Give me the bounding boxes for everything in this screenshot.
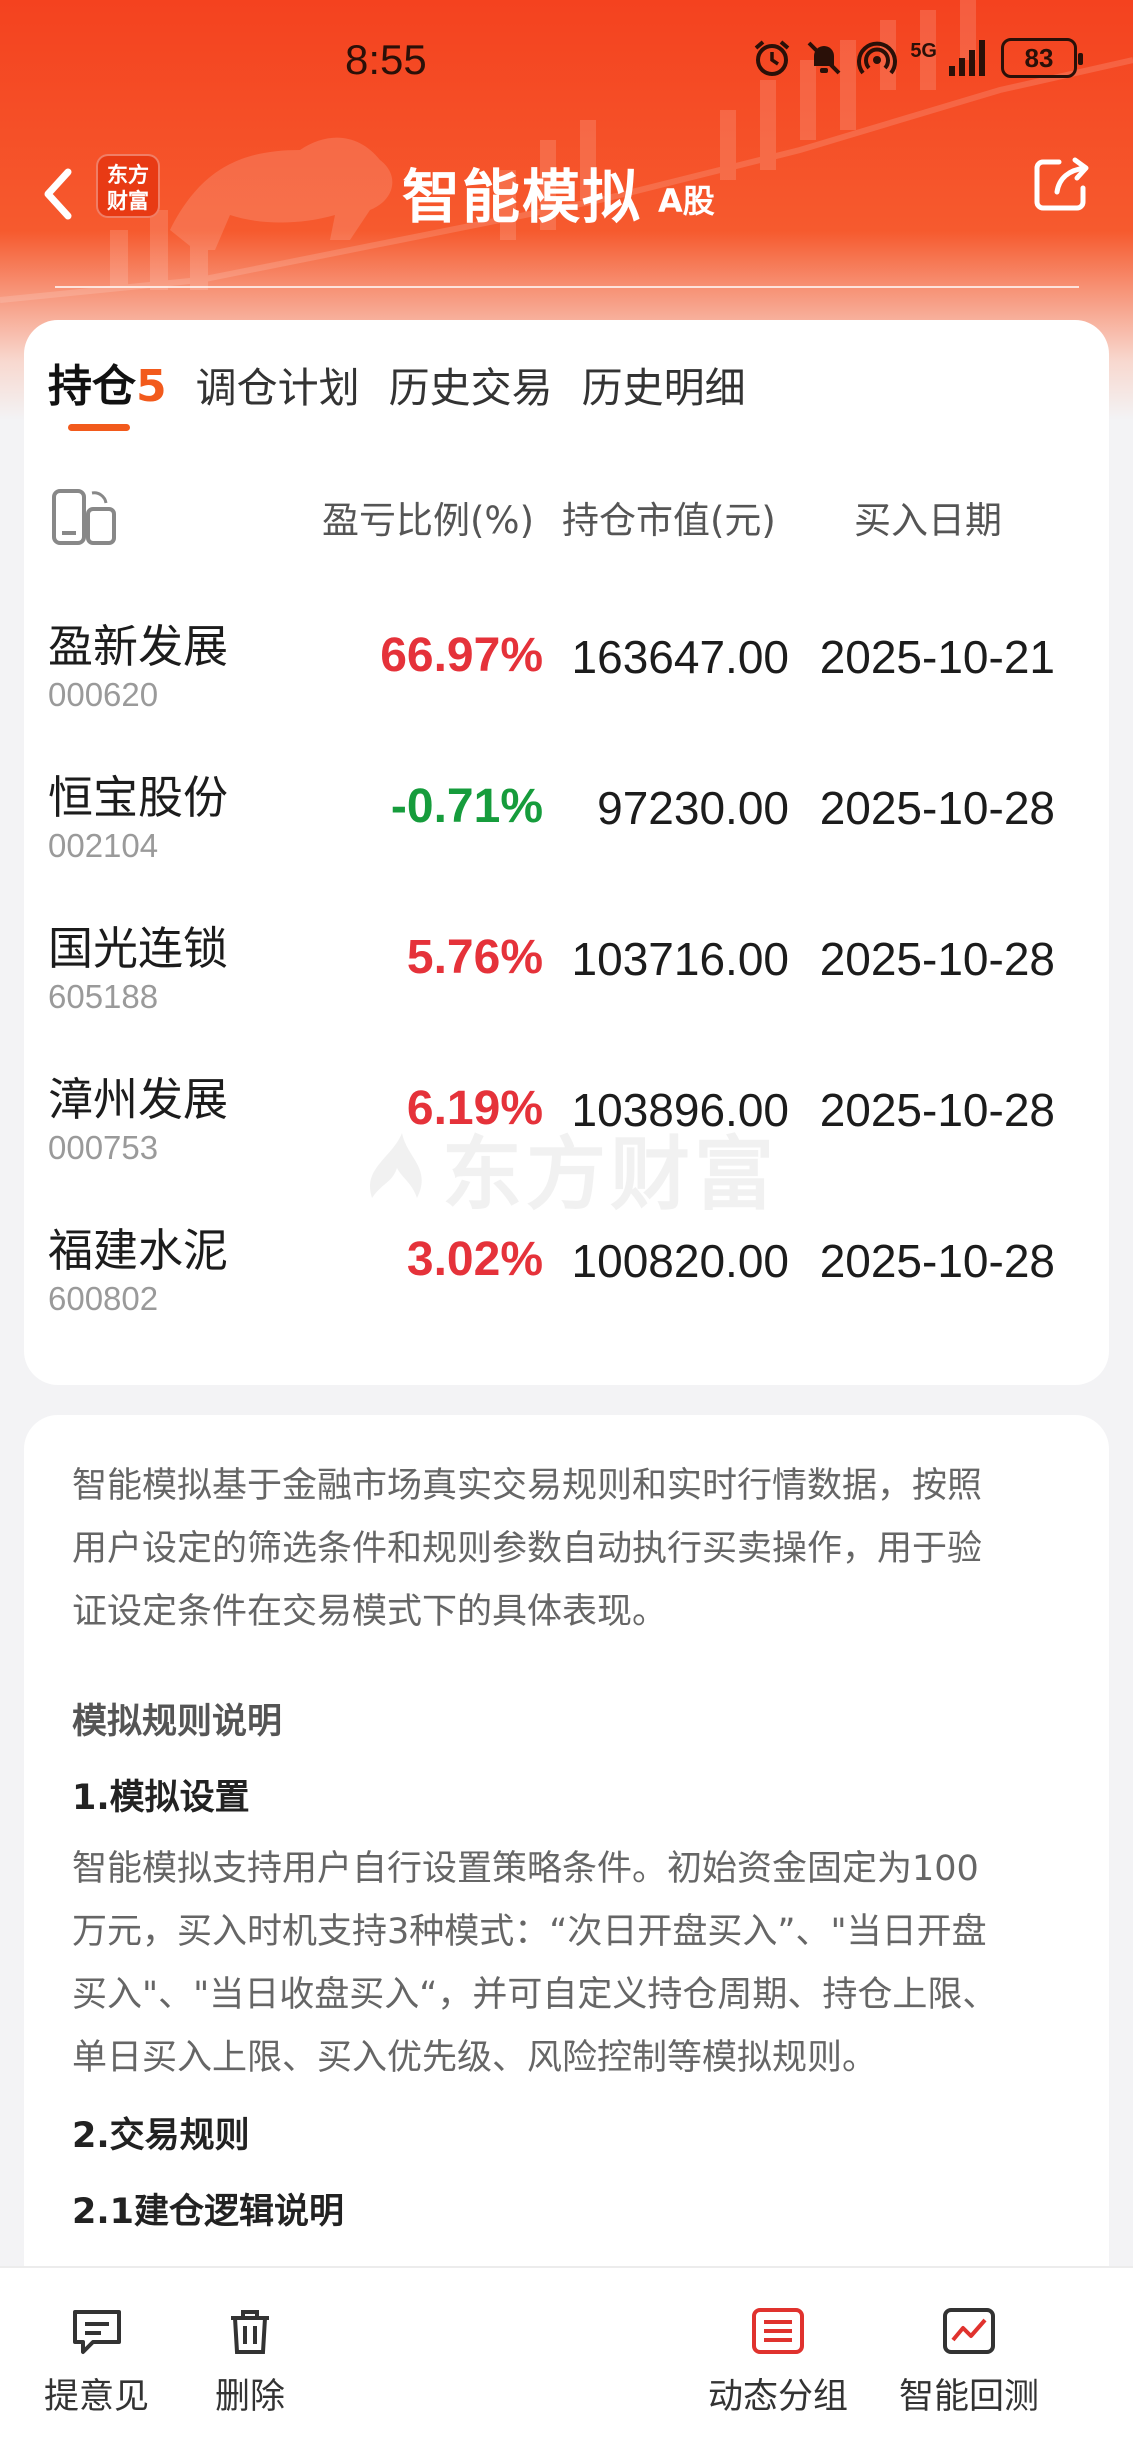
share-icon[interactable] xyxy=(1029,152,1095,218)
profit-loss-pct: 66.97% xyxy=(380,629,543,682)
buy-date: 2025-10-21 xyxy=(819,631,1055,683)
column-header-market-value[interactable]: 持仓市值(元) xyxy=(562,490,776,544)
buy-date: 2025-10-28 xyxy=(819,1235,1055,1287)
network-type: 5G xyxy=(910,39,937,62)
stock-name: 福建水泥 xyxy=(48,1224,229,1277)
tab-bar: 持仓5 调仓计划 历史交易 历史明细 xyxy=(48,350,775,414)
rotate-screen-icon[interactable] xyxy=(48,485,120,549)
stock-name: 盈新发展 xyxy=(48,620,229,673)
market-value: 103716.00 xyxy=(571,933,789,985)
dynamic-group-label: 动态分组 xyxy=(708,2377,849,2417)
holdings-list: 盈新发展 000620 66.97% 163647.00 2025-10-21 … xyxy=(24,610,1109,1365)
buy-date: 2025-10-28 xyxy=(819,782,1055,834)
buy-date: 2025-10-28 xyxy=(819,933,1055,985)
section-heading-position-logic: 2.1建仓逻辑说明 xyxy=(72,2192,345,2232)
flame-logo-icon xyxy=(369,1133,422,1198)
backtest-button[interactable]: 智能回测 xyxy=(899,2306,1039,2419)
bottom-action-bar: 提意见 删除 动态分组 智能回测 xyxy=(0,2266,1133,2453)
battery-indicator: 83 xyxy=(1001,38,1083,78)
intro-line: 用户设定的筛选条件和规则参数自动执行买卖操作，用于验 xyxy=(72,1529,983,1569)
backtest-label: 智能回测 xyxy=(899,2377,1040,2417)
mute-bell-icon xyxy=(807,41,841,75)
settings-line: 买入"、"当日收盘买入“，并可自定义持仓周期、持仓上限、 xyxy=(72,1975,998,2015)
stock-name: 国光连锁 xyxy=(48,922,229,975)
alarm-icon xyxy=(755,40,790,76)
tab-holdings-label: 持仓 xyxy=(48,361,136,412)
trash-icon xyxy=(231,2310,269,2354)
active-tab-indicator xyxy=(68,424,130,431)
tab-trade-history[interactable]: 历史交易 xyxy=(389,354,553,414)
rules-heading: 模拟规则说明 xyxy=(72,1702,283,1742)
market-value: 100820.00 xyxy=(571,1235,789,1287)
stock-code: 000753 xyxy=(48,1129,159,1166)
intro-line: 证设定条件在交易模式下的具体表现。 xyxy=(72,1592,668,1632)
stock-name: 恒宝股份 xyxy=(48,771,229,824)
back-arrow-icon[interactable] xyxy=(30,158,90,228)
profit-loss-pct: 3.02% xyxy=(406,1233,543,1286)
status-icons: 5G 83 xyxy=(752,38,1083,78)
tab-rebalance-plan[interactable]: 调仓计划 xyxy=(196,354,360,414)
holding-row[interactable]: 国光连锁 605188 5.76% 103716.00 2025-10-28 xyxy=(24,912,1109,1063)
feedback-icon xyxy=(72,2310,121,2354)
feedback-label: 提意见 xyxy=(44,2377,150,2417)
navigation-bar: 东方 财富 智能模拟 A股 xyxy=(0,140,1133,250)
market-value: 97230.00 xyxy=(597,782,789,834)
profit-loss-pct: 5.76% xyxy=(406,931,543,984)
market-label: A股 xyxy=(658,182,715,220)
brand-watermark: 东方财富 xyxy=(362,1110,778,1226)
delete-button[interactable]: 删除 xyxy=(215,2306,285,2419)
stock-code: 000620 xyxy=(48,676,159,713)
settings-paragraph: 智能模拟支持用户自行设置策略条件。初始资金固定为100 万元，买入时机支持3种模… xyxy=(72,1838,1061,2090)
tab-history-detail[interactable]: 历史明细 xyxy=(582,354,746,414)
list-icon xyxy=(752,2308,804,2354)
page-title: 智能模拟 xyxy=(402,163,643,231)
signal-icon xyxy=(949,40,985,76)
battery-level: 83 xyxy=(1024,42,1054,73)
holdings-card: 持仓5 调仓计划 历史交易 历史明细 盈亏比例(%) 持仓市值(元) 买入日期 … xyxy=(24,320,1109,1385)
tab-holdings[interactable]: 持仓5 xyxy=(48,350,167,414)
holding-row[interactable]: 福建水泥 600802 3.02% 100820.00 2025-10-28 xyxy=(24,1214,1109,1365)
stock-code: 002104 xyxy=(48,827,159,864)
status-time: 8:55 xyxy=(345,36,427,83)
profit-loss-pct: -0.71% xyxy=(390,780,543,833)
intro-line: 智能模拟基于金融市场真实交易规则和实时行情数据，按照 xyxy=(72,1466,983,1506)
logo-line2: 财富 xyxy=(107,189,149,213)
buy-date: 2025-10-28 xyxy=(819,1084,1055,1136)
chart-trend-icon xyxy=(943,2308,995,2354)
settings-line: 万元，买入时机支持3种模式：“次日开盘买入”、"当日开盘 xyxy=(72,1912,987,1952)
holding-row[interactable]: 盈新发展 000620 66.97% 163647.00 2025-10-21 xyxy=(24,610,1109,761)
header-divider xyxy=(55,286,1079,288)
settings-line: 智能模拟支持用户自行设置策略条件。初始资金固定为100 xyxy=(72,1849,979,1889)
stock-code: 600802 xyxy=(48,1280,159,1317)
hotspot-icon xyxy=(857,41,898,75)
status-bar: 8:55 5G 83 xyxy=(0,0,1133,120)
watermark-text: 东方财富 xyxy=(442,1128,778,1221)
section-heading-trade-rules: 2.交易规则 xyxy=(72,2116,250,2156)
column-header-buy-date[interactable]: 买入日期 xyxy=(854,490,1002,544)
delete-label: 删除 xyxy=(215,2377,286,2417)
section-heading-settings: 1.模拟设置 xyxy=(72,1778,250,1818)
logo-line1: 东方 xyxy=(107,163,149,187)
column-header-pct[interactable]: 盈亏比例(%) xyxy=(322,490,534,544)
stock-code: 605188 xyxy=(48,978,159,1015)
stock-name: 漳州发展 xyxy=(48,1073,229,1126)
app-logo: 东方 财富 xyxy=(96,154,160,218)
dynamic-group-button[interactable]: 动态分组 xyxy=(708,2306,848,2419)
holding-row[interactable]: 恒宝股份 002104 -0.71% 97230.00 2025-10-28 xyxy=(24,761,1109,912)
market-value: 163647.00 xyxy=(571,631,789,683)
settings-line: 单日买入上限、买入优先级、风险控制等模拟规则。 xyxy=(72,2038,878,2078)
holdings-count-badge: 5 xyxy=(136,361,167,412)
intro-paragraph: 智能模拟基于金融市场真实交易规则和实时行情数据，按照 用户设定的筛选条件和规则参… xyxy=(72,1455,1061,1644)
feedback-button[interactable]: 提意见 xyxy=(44,2306,149,2419)
